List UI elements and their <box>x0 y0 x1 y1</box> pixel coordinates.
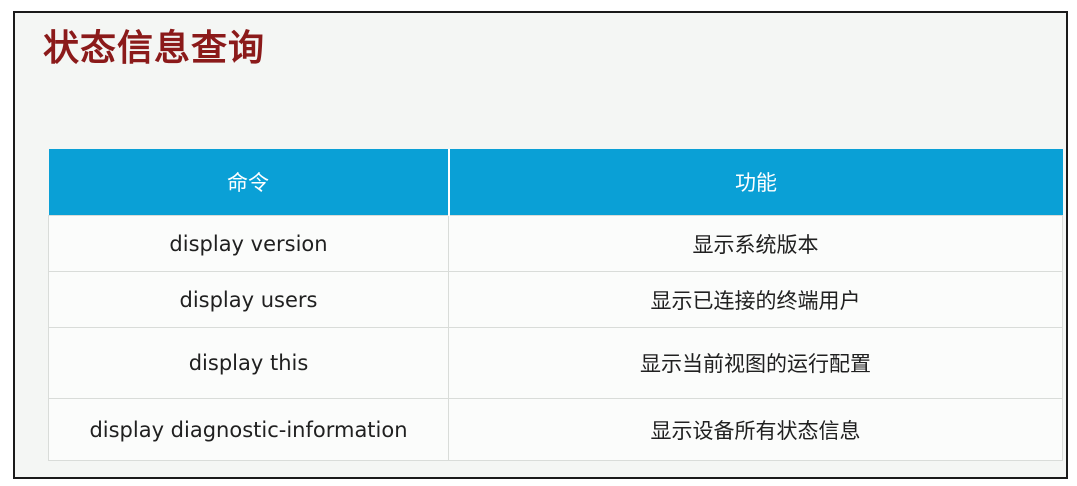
command-cell: display this <box>48 327 449 399</box>
column-header-function: 功能 <box>448 149 1063 216</box>
function-cell: 显示系统版本 <box>448 215 1063 272</box>
command-cell: display diagnostic-information <box>48 398 449 461</box>
function-cell: 显示当前视图的运行配置 <box>448 327 1063 399</box>
command-table: 命令 功能 display version 显示系统版本 display use… <box>48 149 1063 461</box>
table-row: display users 显示已连接的终端用户 <box>48 271 1063 328</box>
command-cell: display users <box>48 271 449 328</box>
column-header-command: 命令 <box>48 149 450 216</box>
function-cell: 显示设备所有状态信息 <box>448 398 1063 461</box>
slide: 状态信息查询 命令 功能 display version 显示系统版本 disp… <box>13 11 1068 479</box>
table-row: display this 显示当前视图的运行配置 <box>48 327 1063 399</box>
page-title: 状态信息查询 <box>43 28 266 69</box>
table-row: display diagnostic-information 显示设备所有状态信… <box>48 398 1063 461</box>
function-cell: 显示已连接的终端用户 <box>448 271 1063 328</box>
table-row: display version 显示系统版本 <box>48 215 1063 272</box>
command-cell: display version <box>48 215 449 272</box>
table-header-row: 命令 功能 <box>48 149 1063 216</box>
